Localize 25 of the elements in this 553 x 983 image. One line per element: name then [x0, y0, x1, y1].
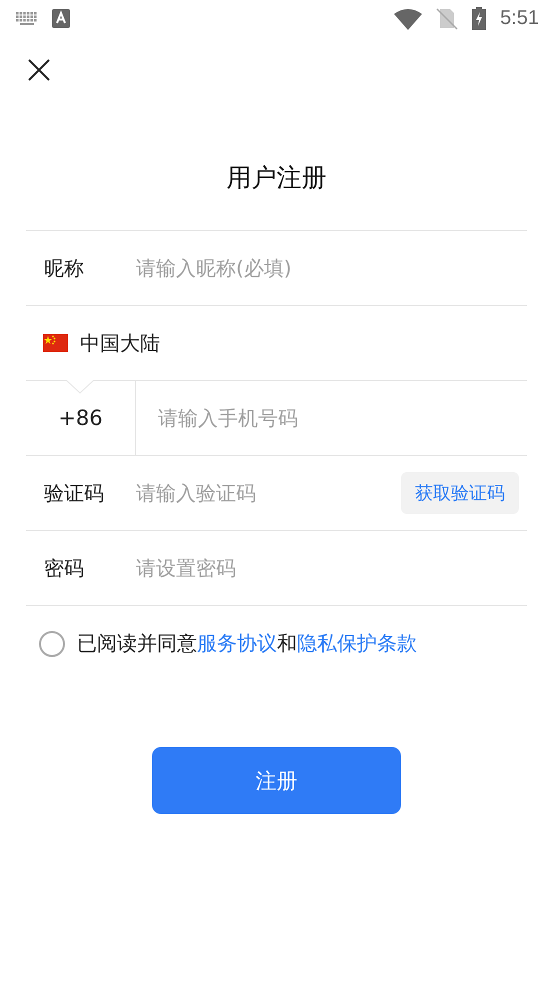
register-button[interactable]: 注册	[152, 747, 401, 814]
input-field[interactable]: 请设置密码	[134, 555, 527, 581]
pointer-notch-icon	[66, 380, 94, 394]
status-time: 5:51	[500, 7, 539, 30]
input-field[interactable]: 请输入验证码	[134, 480, 401, 506]
agreement-text: 已阅读并同意服务协议和隐私保护条款	[77, 630, 417, 657]
keyboard-icon	[16, 12, 38, 26]
field-label: 密码	[43, 554, 85, 582]
agreement-link[interactable]: 隐私保护条款	[297, 631, 417, 655]
input-field[interactable]: 请输入手机号码	[136, 405, 527, 431]
page-title: 用户注册	[226, 162, 326, 194]
input-field[interactable]: 请输入昵称(必填)	[134, 255, 527, 281]
wifi-icon	[394, 8, 422, 30]
country-code[interactable]: +86	[26, 381, 136, 455]
flag-icon	[43, 334, 68, 352]
app-icon	[52, 9, 70, 28]
close-button[interactable]	[26, 57, 52, 83]
get-code-button[interactable]: 获取验证码	[401, 472, 519, 514]
battery-icon	[472, 7, 486, 30]
agreement-link[interactable]: 服务协议	[197, 631, 277, 655]
region-selector[interactable]: 中国大陆	[26, 306, 527, 381]
field-label: 验证码	[43, 480, 105, 506]
field-label: 昵称	[43, 254, 85, 282]
no-sim-icon	[436, 8, 458, 30]
agree-checkbox[interactable]	[39, 630, 65, 656]
